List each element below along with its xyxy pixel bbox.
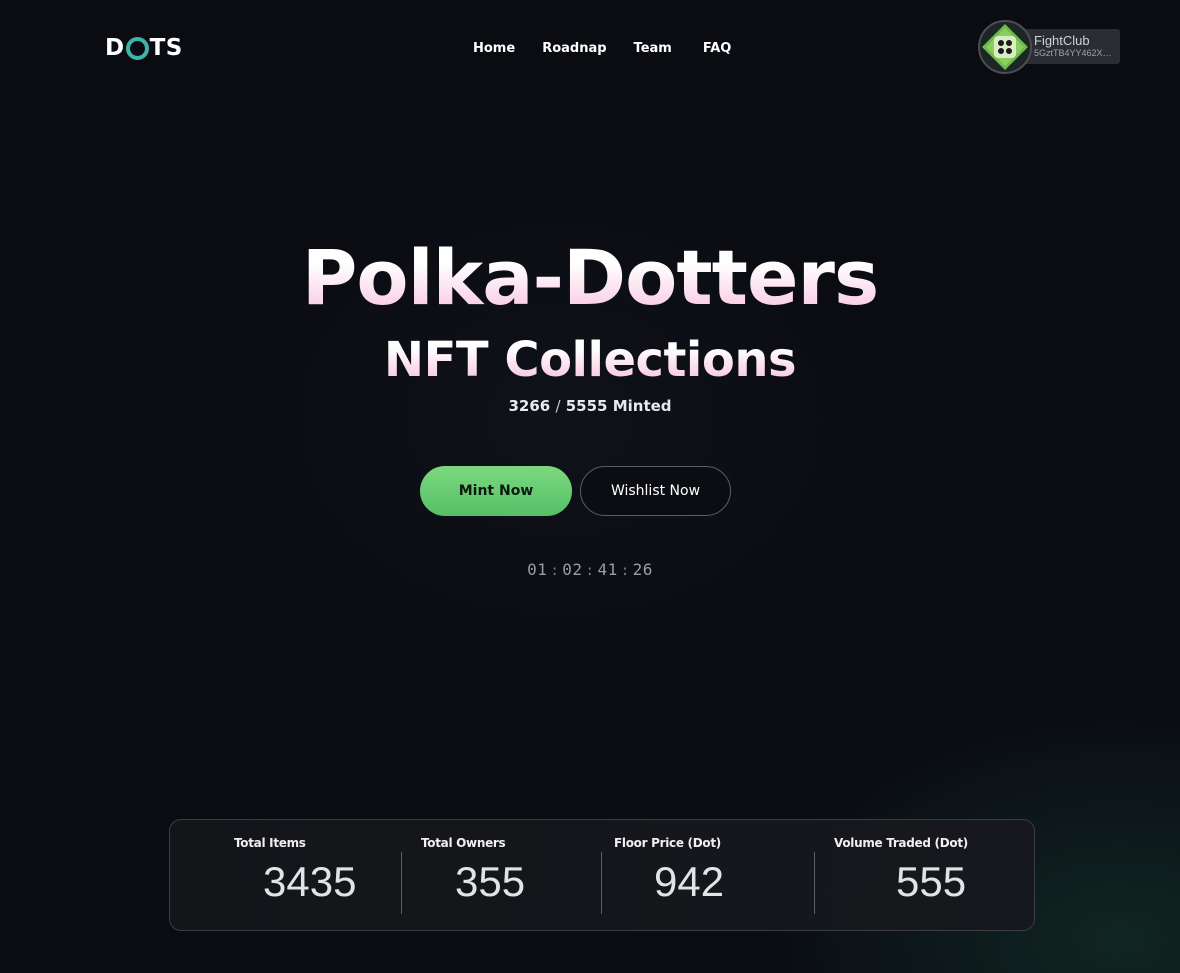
nav-item-faq[interactable]: FAQ xyxy=(703,41,732,56)
stat-value-floor-price: 942 xyxy=(654,858,725,905)
main-nav: Home Roadnap Team FAQ xyxy=(473,38,731,58)
wallet-address: 5GztTB4YY462XQY... xyxy=(1034,48,1118,58)
countdown-minutes: 41 xyxy=(597,560,618,579)
avatar xyxy=(978,20,1032,74)
stat-label-volume-traded: Volume Traded (Dot) xyxy=(834,836,968,850)
countdown-days: 01 xyxy=(527,560,548,579)
dice-four-icon xyxy=(982,24,1028,70)
logo-letter-d: D xyxy=(105,35,125,61)
wishlist-now-button[interactable]: Wishlist Now xyxy=(580,466,731,516)
stat-label-total-owners: Total Owners xyxy=(421,836,506,850)
stat-divider xyxy=(814,852,815,914)
minted-label: Minted xyxy=(612,397,672,415)
hero-subtitle: NFT Collections xyxy=(0,330,1180,390)
stat-label-total-items: Total Items xyxy=(234,836,306,850)
logo-dot-icon xyxy=(125,36,149,60)
countdown-hours: 02 xyxy=(562,560,583,579)
stat-value-total-owners: 355 xyxy=(455,858,526,905)
nav-item-roadmap[interactable]: Roadnap xyxy=(542,41,606,56)
countdown-colon: : xyxy=(550,563,560,579)
stat-label-floor-price: Floor Price (Dot) xyxy=(614,836,721,850)
hero-title: Polka-Dotters xyxy=(0,228,1180,328)
minted-progress: 3266 / 5555 Minted xyxy=(0,397,1180,415)
stat-divider xyxy=(601,852,602,914)
mint-now-button[interactable]: Mint Now xyxy=(420,466,572,516)
countdown-timer: 01:02:41:26 xyxy=(0,560,1180,579)
minted-count: 3266 xyxy=(508,397,551,415)
stat-value-total-items: 3435 xyxy=(263,858,357,905)
nav-item-home[interactable]: Home xyxy=(473,41,515,56)
minted-separator: / xyxy=(555,397,561,415)
countdown-seconds: 26 xyxy=(632,560,653,579)
stat-value-volume-traded: 555 xyxy=(896,858,967,905)
countdown-colon: : xyxy=(620,563,630,579)
collection-stats-panel: Total Items 3435 Total Owners 355 Floor … xyxy=(169,819,1035,931)
logo[interactable]: D TS xyxy=(105,34,183,62)
logo-letters-ts: TS xyxy=(149,35,183,61)
countdown-colon: : xyxy=(585,563,595,579)
wallet-name: FightClub xyxy=(1034,33,1090,48)
nav-item-team[interactable]: Team xyxy=(634,41,672,56)
minted-total: 5555 xyxy=(565,397,608,415)
stat-divider xyxy=(401,852,402,914)
wallet-account-button[interactable]: FightClub 5GztTB4YY462XQY... xyxy=(978,20,1128,74)
